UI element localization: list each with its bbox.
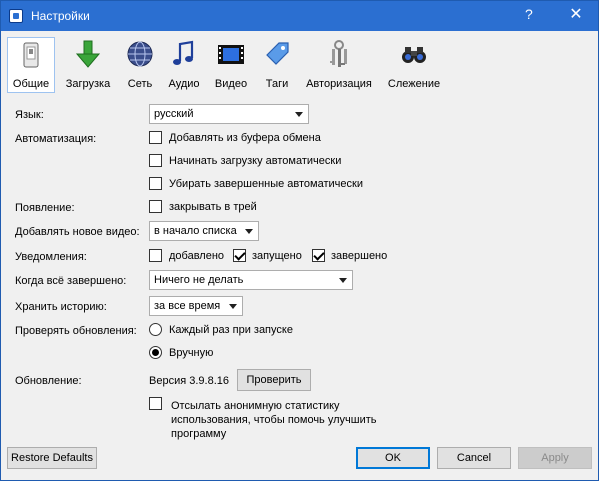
window-title: Настройки: [31, 9, 90, 23]
chevron-down-icon: [229, 304, 237, 309]
history-value: за все время: [154, 300, 221, 312]
close-button[interactable]: ✕: [565, 4, 587, 24]
tag-icon: [266, 42, 289, 65]
notify-added-label: добавлено: [169, 250, 225, 262]
download-arrow-icon: [75, 40, 101, 68]
tab-download[interactable]: Загрузка: [61, 37, 115, 93]
settings-tabs: Общие Загрузка Сеть Аудио Видео Таги Авт…: [1, 31, 598, 93]
when-done-select[interactable]: Ничего не делать: [149, 270, 353, 290]
notifications-label: Уведомления:: [15, 251, 87, 263]
cancel-button[interactable]: Cancel: [437, 447, 511, 469]
automation-label: Автоматизация:: [15, 133, 97, 145]
check-updates-button[interactable]: Проверить: [237, 369, 311, 391]
notify-started-label: запущено: [252, 250, 302, 262]
binoculars-icon: [402, 47, 426, 63]
add-video-select[interactable]: в начало списка: [149, 221, 259, 241]
clipboard-checkbox-label: Добавлять из буфера обмена: [169, 132, 321, 144]
autostart-checkbox-label: Начинать загрузку автоматически: [169, 155, 342, 167]
update-label: Обновление:: [15, 375, 82, 387]
notify-finished-checkbox[interactable]: [312, 249, 325, 262]
notify-started-checkbox[interactable]: [233, 249, 246, 262]
stats-checkbox-label: Отсылать анонимную статистику использова…: [171, 400, 377, 440]
tab-tags[interactable]: Таги: [259, 37, 295, 93]
restore-defaults-button[interactable]: Restore Defaults: [7, 447, 97, 469]
autostart-checkbox[interactable]: [149, 154, 162, 167]
film-icon: [218, 45, 244, 64]
when-done-label: Когда всё завершено:: [15, 275, 127, 287]
history-select[interactable]: за все время: [149, 296, 243, 316]
tab-label: Авторизация: [306, 78, 372, 90]
notify-added-checkbox[interactable]: [149, 249, 162, 262]
tab-label: Видео: [214, 78, 248, 90]
keys-icon: [330, 40, 347, 67]
settings-window: Настройки ? ✕ Общие Загрузка Сеть Аудио …: [0, 0, 599, 481]
language-select[interactable]: русский: [149, 104, 309, 124]
tab-label: Загрузка: [65, 78, 111, 90]
tab-general[interactable]: Общие: [7, 37, 55, 93]
help-button[interactable]: ?: [525, 6, 533, 22]
language-value: русский: [154, 108, 194, 120]
chevron-down-icon: [339, 278, 347, 283]
tab-label: Сеть: [127, 78, 153, 90]
tab-audio[interactable]: Аудио: [165, 37, 203, 93]
history-label: Хранить историю:: [15, 301, 107, 313]
chevron-down-icon: [245, 229, 253, 234]
tab-network[interactable]: Сеть: [123, 37, 157, 93]
update-manual-label: Вручную: [169, 347, 214, 359]
music-note-icon: [173, 40, 194, 65]
tab-label: Таги: [265, 78, 289, 90]
language-label: Язык:: [15, 109, 44, 121]
when-done-value: Ничего не делать: [154, 274, 244, 286]
tab-video[interactable]: Видео: [211, 37, 251, 93]
ok-button[interactable]: OK: [356, 447, 430, 469]
autoremove-checkbox[interactable]: [149, 177, 162, 190]
clipboard-checkbox[interactable]: [149, 131, 162, 144]
appearance-label: Появление:: [15, 202, 75, 214]
stats-checkbox[interactable]: [149, 397, 162, 410]
globe-icon: [127, 41, 153, 67]
add-video-value: в начало списка: [154, 225, 237, 237]
tray-checkbox-label: закрывать в трей: [169, 201, 257, 213]
tab-authorization[interactable]: Авторизация: [303, 37, 375, 93]
apply-button[interactable]: Apply: [518, 447, 592, 469]
update-manual-radio[interactable]: [149, 346, 162, 359]
update-every-start-label: Каждый раз при запуске: [169, 324, 293, 336]
tab-label: Общие: [12, 78, 50, 90]
title-bar: Настройки ? ✕: [1, 1, 598, 31]
update-every-start-radio[interactable]: [149, 323, 162, 336]
tab-tracking[interactable]: Слежение: [385, 37, 443, 93]
tray-checkbox[interactable]: [149, 200, 162, 213]
general-icon: [23, 42, 39, 68]
updates-label: Проверять обновления:: [15, 325, 137, 337]
tab-label: Аудио: [168, 78, 200, 90]
chevron-down-icon: [295, 112, 303, 117]
tab-label: Слежение: [387, 78, 441, 90]
version-text: Версия 3.9.8.16: [149, 375, 229, 387]
add-video-label: Добавлять новое видео:: [15, 226, 140, 238]
notify-finished-label: завершено: [331, 250, 388, 262]
autoremove-checkbox-label: Убирать завершенные автоматически: [169, 178, 363, 190]
app-icon: [9, 9, 23, 23]
